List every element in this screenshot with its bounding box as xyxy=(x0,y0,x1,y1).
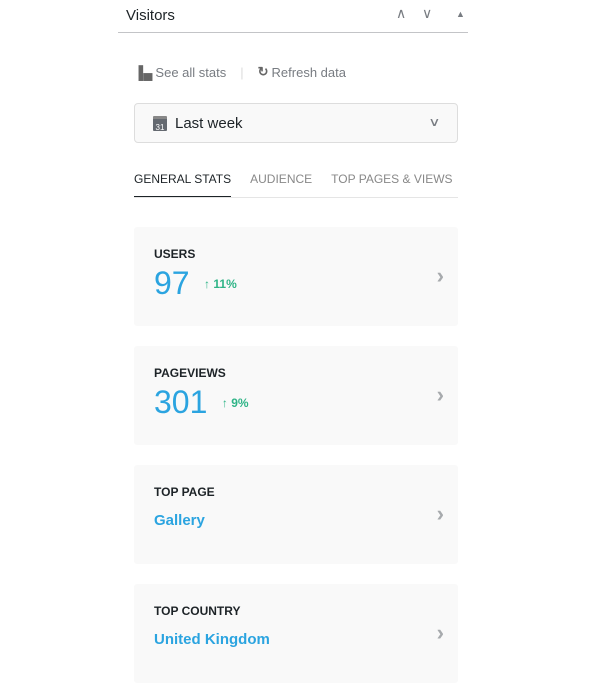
tab-general-stats[interactable]: GENERAL STATS xyxy=(134,166,232,197)
date-range-value: Last week xyxy=(175,114,243,132)
refresh-icon: ↻ xyxy=(257,64,269,79)
chevron-right-icon: › xyxy=(436,382,444,407)
card-label: USERS xyxy=(154,247,196,261)
stats-tabs: GENERAL STATS AUDIENCE TOP PAGES & VIEWS… xyxy=(134,166,458,198)
pageviews-card[interactable]: PAGEVIEWS 301 ↑ 9% › xyxy=(134,346,458,445)
change-value: 11% xyxy=(213,277,237,291)
refresh-data-link[interactable]: Refresh data xyxy=(272,65,346,80)
change-badge: ↑ 11% xyxy=(204,277,237,291)
arrow-up-icon: ↑ xyxy=(204,277,211,291)
tab-audience[interactable]: AUDIENCE xyxy=(250,166,312,197)
chevron-right-icon: › xyxy=(436,620,444,645)
action-links: ▐▄ See all stats | ↻ Refresh data xyxy=(134,64,346,80)
divider: | xyxy=(240,64,244,80)
card-label: PAGEVIEWS xyxy=(154,366,226,380)
move-up-icon[interactable]: ∧ xyxy=(396,5,406,22)
calendar-icon: 31 xyxy=(153,115,167,132)
card-label: TOP PAGE xyxy=(154,485,215,499)
tab-top-pages[interactable]: TOP PAGES & VIEWS xyxy=(331,166,452,197)
see-all-stats-link[interactable]: See all stats xyxy=(155,65,226,80)
users-card[interactable]: USERS 97 ↑ 11% › xyxy=(134,227,458,326)
card-value: United Kingdom xyxy=(154,631,270,648)
card-value: Gallery xyxy=(154,512,205,529)
widget-title: Visitors xyxy=(126,7,175,24)
top-country-card[interactable]: TOP COUNTRY United Kingdom › xyxy=(134,584,458,683)
bar-chart-icon: ▐▄ xyxy=(134,64,153,80)
chevron-down-icon: ∨ xyxy=(428,115,441,129)
card-value: 97 xyxy=(154,265,190,301)
arrow-up-icon: ↑ xyxy=(221,396,228,410)
move-down-icon[interactable]: ∨ xyxy=(422,5,432,22)
chevron-right-icon: › xyxy=(436,501,444,526)
card-value: 301 xyxy=(154,384,208,420)
top-page-card[interactable]: TOP PAGE Gallery › xyxy=(134,465,458,564)
change-badge: ↑ 9% xyxy=(222,396,249,410)
card-label: TOP COUNTRY xyxy=(154,604,241,618)
chevron-right-icon: › xyxy=(436,263,444,288)
widget-header: Visitors ∧ ∨ ▲ xyxy=(118,0,468,33)
collapse-icon[interactable]: ▲ xyxy=(456,9,465,19)
date-range-select[interactable]: 31 Last week ∨ xyxy=(134,103,458,143)
change-value: 9% xyxy=(231,396,249,410)
